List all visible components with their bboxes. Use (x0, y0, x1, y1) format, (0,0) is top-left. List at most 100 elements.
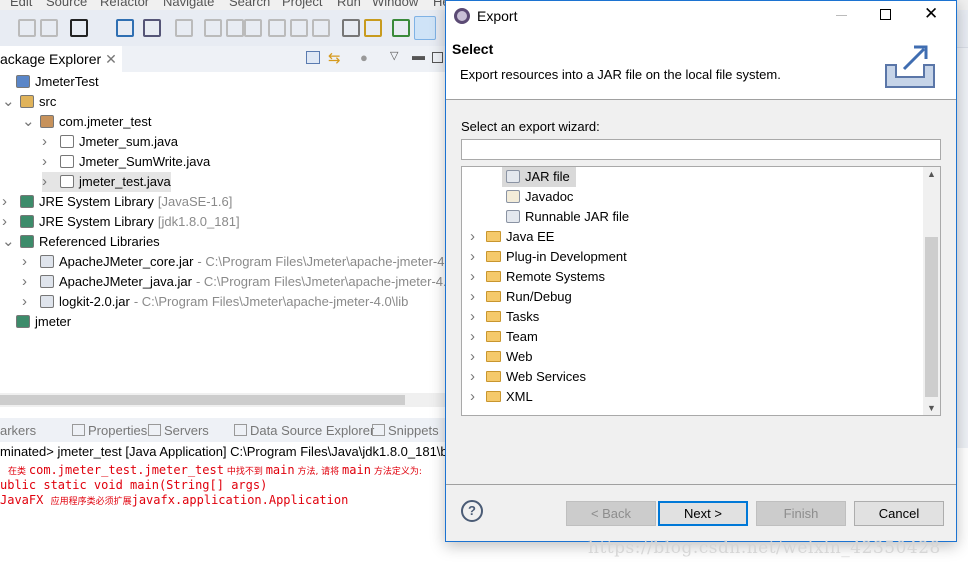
menu-item-run[interactable]: Run (337, 0, 361, 9)
vertical-scrollbar-thumb[interactable] (925, 237, 938, 397)
tab-package-explorer[interactable]: ackage Explorer ✕ (0, 46, 122, 72)
wizard-item[interactable]: JAR file (502, 167, 576, 187)
console-tab-2[interactable]: Servers (164, 423, 209, 438)
chevron-right-icon[interactable]: › (42, 172, 60, 192)
tree-item[interactable]: › JRE System Library [jdk1.8.0_181] (2, 212, 240, 232)
menu-item-navigate[interactable]: Navigate (163, 0, 214, 9)
chevron-right-icon[interactable]: › (470, 347, 486, 367)
toolbar-icon[interactable] (18, 19, 36, 37)
console-tab-4[interactable]: Snippets (388, 423, 439, 438)
view-menu-icon[interactable]: ▽ (390, 49, 398, 62)
horizontal-scrollbar-thumb[interactable] (0, 395, 405, 405)
chevron-down-icon[interactable]: ⌄ (2, 232, 20, 252)
chevron-right-icon[interactable]: › (22, 252, 40, 272)
snippets-icon (372, 424, 385, 436)
chevron-right-icon[interactable]: › (470, 367, 486, 387)
collapse-all-icon[interactable] (306, 51, 320, 64)
tree-item[interactable]: JmeterTest (16, 72, 99, 92)
wizard-item[interactable]: › Java EE (470, 227, 554, 247)
toolbar-icon[interactable] (268, 19, 286, 37)
toolbar-icon[interactable] (143, 19, 161, 37)
close-icon[interactable]: ✕ (105, 51, 117, 67)
tree-item[interactable]: › JRE System Library [JavaSE-1.6] (2, 192, 232, 212)
next-button[interactable]: Next > (658, 501, 748, 526)
wizard-filter-input[interactable] (461, 139, 941, 160)
toolbar-icon[interactable] (342, 19, 360, 37)
help-icon[interactable]: ? (461, 500, 483, 522)
chevron-right-icon[interactable]: › (470, 387, 486, 407)
menu-item-search[interactable]: Search (229, 0, 270, 9)
back-button[interactable]: < Back (566, 501, 656, 526)
chevron-right-icon[interactable]: › (42, 132, 60, 152)
maximize-icon[interactable] (880, 9, 891, 20)
chevron-down-icon[interactable]: ⌄ (2, 92, 20, 112)
menu-item-edit[interactable]: Edit (10, 0, 32, 9)
minimize-icon[interactable] (836, 15, 847, 16)
link-with-editor-icon[interactable]: ⇆ (328, 49, 341, 67)
tree-item[interactable]: › jmeter_test.java (42, 172, 171, 192)
menu-item-refactor[interactable]: Refactor (100, 0, 149, 9)
chevron-right-icon[interactable]: › (2, 192, 20, 212)
toolbar-icon[interactable] (226, 19, 244, 37)
chevron-right-icon[interactable]: › (470, 307, 486, 327)
wizard-item[interactable]: › Run/Debug (470, 287, 572, 307)
minimize-icon[interactable]: ▬ (412, 48, 425, 63)
wizard-item[interactable]: › Tasks (470, 307, 539, 327)
toolbar-icon[interactable] (175, 19, 193, 37)
toolbar-icon[interactable] (70, 19, 88, 37)
chevron-right-icon[interactable]: › (470, 247, 486, 267)
tree-item[interactable]: › ApacheJMeter_java.jar - C:\Program Files… (22, 272, 471, 292)
tree-item[interactable]: › ApacheJMeter_core.jar - C:\Program Files… (22, 252, 472, 272)
toolbar-icon[interactable] (364, 19, 382, 37)
chevron-right-icon[interactable]: › (22, 292, 40, 312)
tree-item[interactable]: › Jmeter_sum.java (42, 132, 178, 152)
wizard-item[interactable]: › Remote Systems (470, 267, 605, 287)
finish-button[interactable]: Finish (756, 501, 846, 526)
menu-item-window[interactable]: Window (372, 0, 418, 9)
chevron-right-icon[interactable]: › (2, 212, 20, 232)
tree-item-label: logkit-2.0.jar (59, 294, 130, 309)
chevron-right-icon[interactable]: › (470, 287, 486, 307)
console-tab-3[interactable]: Data Source Explorer (250, 423, 374, 438)
console-tab-0[interactable]: arkers (0, 423, 36, 438)
console-tab-1[interactable]: Properties (88, 423, 147, 438)
chevron-right-icon[interactable]: › (470, 327, 486, 347)
tree-item[interactable]: › logkit-2.0.jar - C:\Program Files\Jmeter… (22, 292, 408, 312)
chevron-right-icon[interactable]: › (470, 227, 486, 247)
wizard-item[interactable]: › Plug-in Development (470, 247, 627, 267)
toolbar-icon[interactable] (204, 19, 222, 37)
watermark: https://blog.csdn.net/weixin_42350428 (588, 538, 941, 558)
toolbar-icon[interactable] (116, 19, 134, 37)
toolbar-icon[interactable] (290, 19, 308, 37)
chevron-right-icon[interactable]: › (42, 152, 60, 172)
wizard-tree: ▲ ▼ JAR file Javadoc Runnable JAR file › Jav… (461, 166, 941, 416)
menu-item-source[interactable]: Source (46, 0, 87, 9)
wizard-item[interactable]: › Web Services (470, 367, 586, 387)
maximize-icon[interactable] (432, 52, 443, 63)
scroll-down-icon[interactable]: ▼ (927, 403, 936, 413)
chevron-right-icon[interactable]: › (470, 267, 486, 287)
toolbar-icon[interactable] (392, 19, 410, 37)
cancel-button[interactable]: Cancel (854, 501, 944, 526)
menu-item-project[interactable]: Project (282, 0, 322, 9)
wizard-item[interactable]: Runnable JAR file (502, 207, 629, 227)
tree-item[interactable]: ⌄ src (2, 92, 56, 112)
folder-icon (486, 291, 501, 302)
wizard-item[interactable]: › XML (470, 387, 533, 407)
tree-item[interactable]: ⌄ com.jmeter_test (22, 112, 151, 132)
filter-icon[interactable]: ● (360, 50, 368, 65)
scroll-up-icon[interactable]: ▲ (927, 169, 936, 179)
tree-item[interactable]: › Jmeter_SumWrite.java (42, 152, 210, 172)
tree-item[interactable]: ⌄ Referenced Libraries (2, 232, 160, 252)
wizard-item[interactable]: › Web (470, 347, 533, 367)
toolbar-icon[interactable] (244, 19, 262, 37)
close-icon[interactable]: ✕ (924, 4, 938, 24)
toolbar-icon[interactable] (312, 19, 330, 37)
wizard-item[interactable]: Javadoc (502, 187, 573, 207)
wizard-item[interactable]: › Team (470, 327, 538, 347)
toolbar-icon[interactable] (414, 16, 436, 40)
chevron-down-icon[interactable]: ⌄ (22, 112, 40, 132)
tree-item[interactable]: jmeter (16, 312, 71, 332)
chevron-right-icon[interactable]: › (22, 272, 40, 292)
toolbar-icon[interactable] (40, 19, 58, 37)
